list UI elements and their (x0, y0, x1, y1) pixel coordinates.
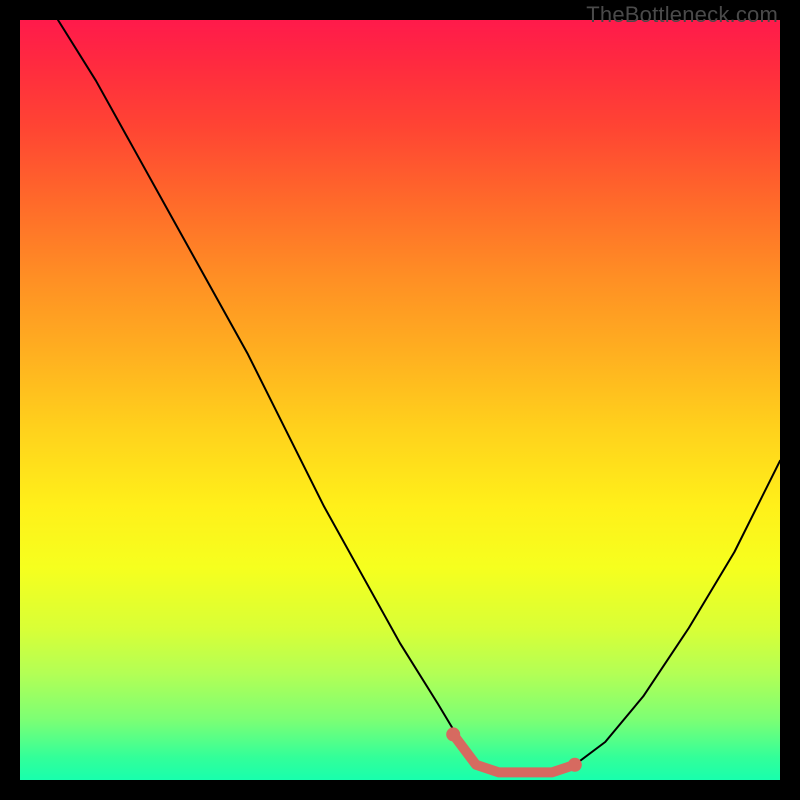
bottleneck-curve (58, 20, 780, 772)
highlight-dot-1 (568, 758, 582, 772)
watermark-text: TheBottleneck.com (586, 2, 778, 28)
chart-stage: TheBottleneck.com (0, 0, 800, 800)
highlight-segment (453, 734, 575, 772)
highlight-dot-0 (446, 727, 460, 741)
highlight-group (446, 727, 582, 772)
chart-overlay (20, 20, 780, 780)
curve-group (58, 20, 780, 772)
plot-area (20, 20, 780, 780)
